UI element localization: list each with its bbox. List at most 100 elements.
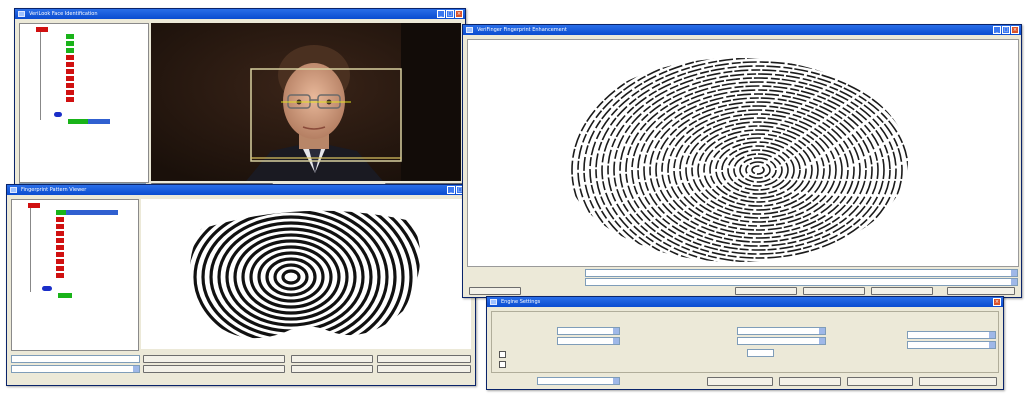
tree-node-red-5[interactable]: [66, 83, 74, 88]
settings-cancel-button[interactable]: [919, 377, 997, 386]
settings-combo-7[interactable]: [537, 377, 620, 385]
tree-node-red-1[interactable]: [56, 217, 64, 222]
tree-node-red-6[interactable]: [56, 252, 64, 257]
tree-node-red-4[interactable]: [66, 76, 74, 81]
tree-node-selected[interactable]: [66, 210, 118, 215]
maximize-icon[interactable]: □: [1002, 26, 1010, 34]
ridge-pattern-image: [189, 210, 421, 339]
minimize-icon[interactable]: _: [437, 10, 445, 18]
pattern-button-5[interactable]: [377, 355, 471, 363]
enhance-button-4[interactable]: [947, 287, 1015, 295]
tree-node-green-1[interactable]: [66, 34, 74, 39]
tree-node-selected[interactable]: [88, 119, 110, 124]
settings-checkbox-2-label: [509, 360, 619, 366]
settings-checkbox-1[interactable]: [499, 351, 506, 358]
tree-node-red-4[interactable]: [56, 238, 64, 243]
settings-titlebar[interactable]: Engine Settings ×: [487, 297, 1003, 307]
face-window-title: VeriLook Face Identification: [29, 11, 98, 17]
enhance-button-3[interactable]: [871, 287, 933, 295]
fingerprint-enhance-title: VeriFinger Fingerprint Enhancement: [477, 27, 567, 33]
settings-combo-4[interactable]: [737, 337, 826, 345]
tree-node-green-sel[interactable]: [68, 119, 88, 124]
tree-node-red-6[interactable]: [66, 90, 74, 95]
tree-connector: [40, 30, 41, 120]
pattern-info-field-1: [11, 355, 140, 363]
tree-node-red-8[interactable]: [56, 266, 64, 271]
fingerprint-pattern-title: Fingerprint Pattern Viewer: [21, 187, 87, 193]
settings-number-field[interactable]: [747, 349, 774, 357]
window-controls: _ □ ×: [993, 26, 1019, 34]
tree-node-red-2[interactable]: [66, 62, 74, 67]
fingerprint-image: [571, 58, 908, 262]
fingerprint-pattern-titlebar[interactable]: Fingerprint Pattern Viewer _ □ ×: [7, 185, 475, 195]
settings-checkbox-1-label: [509, 350, 619, 356]
settings-label-4: [647, 349, 737, 355]
app-icon: [466, 27, 473, 33]
window-controls: ×: [993, 298, 1001, 306]
tree-node-blue[interactable]: [54, 112, 62, 117]
pattern-button-4[interactable]: [291, 365, 373, 373]
tree-node-red-3[interactable]: [66, 69, 74, 74]
settings-checkbox-2[interactable]: [499, 361, 506, 368]
pattern-select-combo[interactable]: [11, 365, 140, 373]
settings-label-1: [497, 327, 557, 333]
settings-dialog: Engine Settings ×: [486, 296, 1004, 390]
minimize-icon[interactable]: _: [447, 186, 455, 194]
settings-button-2[interactable]: [779, 377, 841, 386]
maximize-icon[interactable]: □: [446, 10, 454, 18]
tree-node-red-3[interactable]: [56, 231, 64, 236]
face-window-titlebar[interactable]: VeriLook Face Identification _ □ ×: [15, 9, 465, 19]
tree-node-red-1[interactable]: [66, 55, 74, 60]
settings-combo-3[interactable]: [737, 327, 826, 335]
tree-node-green-3[interactable]: [66, 48, 74, 53]
tree-node-blue[interactable]: [42, 286, 52, 291]
enhance-button-2[interactable]: [803, 287, 865, 295]
close-icon[interactable]: ×: [993, 298, 1001, 306]
enhance-status-text: [527, 287, 717, 293]
minimize-icon[interactable]: _: [993, 26, 1001, 34]
close-icon[interactable]: ×: [1011, 26, 1019, 34]
face-window: VeriLook Face Identification _ □ ×: [14, 8, 466, 190]
tree-node-root[interactable]: [36, 27, 48, 32]
settings-label-3: [647, 325, 727, 331]
settings-button-1[interactable]: [707, 377, 773, 386]
tree-node-green-2[interactable]: [66, 41, 74, 46]
settings-label-5: [837, 325, 897, 331]
pattern-button-6[interactable]: [377, 365, 471, 373]
window-controls: _ □ ×: [437, 10, 463, 18]
enhance-combo-2[interactable]: [585, 278, 1018, 286]
enhance-combo-1[interactable]: [585, 269, 1018, 277]
app-icon: [18, 11, 25, 17]
tree-connector: [30, 206, 31, 292]
tree-node-red-7[interactable]: [66, 97, 74, 102]
app-icon: [490, 299, 497, 305]
settings-path-label: [497, 315, 797, 321]
tree-node-red-9[interactable]: [56, 273, 64, 278]
close-icon[interactable]: ×: [455, 10, 463, 18]
settings-combo-1[interactable]: [557, 327, 620, 335]
settings-label-2: [497, 337, 557, 343]
app-icon: [10, 187, 17, 193]
settings-combo-2[interactable]: [557, 337, 620, 345]
tree-node-green-2[interactable]: [58, 293, 72, 298]
settings-label-6: [497, 377, 537, 383]
settings-combo-5[interactable]: [907, 331, 996, 339]
fingerprint-enhance-titlebar[interactable]: VeriFinger Fingerprint Enhancement _ □ ×: [463, 25, 1021, 35]
tree-node-red-2[interactable]: [56, 224, 64, 229]
tree-node-red-7[interactable]: [56, 259, 64, 264]
ridge-pattern-panel: [141, 199, 471, 349]
face-image: [151, 23, 461, 181]
settings-combo-6[interactable]: [907, 341, 996, 349]
enhance-button-1[interactable]: [735, 287, 797, 295]
enhance-button-left[interactable]: [469, 287, 521, 295]
settings-ok-button[interactable]: [847, 377, 913, 386]
tree-node-root[interactable]: [28, 203, 40, 208]
pattern-button-2[interactable]: [143, 365, 285, 373]
face-photo: [151, 23, 461, 181]
tree-node-red-5[interactable]: [56, 245, 64, 250]
fingerprint-image-panel: [467, 39, 1019, 267]
pattern-button-3[interactable]: [291, 355, 373, 363]
pattern-button-1[interactable]: [143, 355, 285, 363]
enhance-label-1: [469, 269, 579, 275]
tree-node-green-1[interactable]: [56, 210, 66, 215]
